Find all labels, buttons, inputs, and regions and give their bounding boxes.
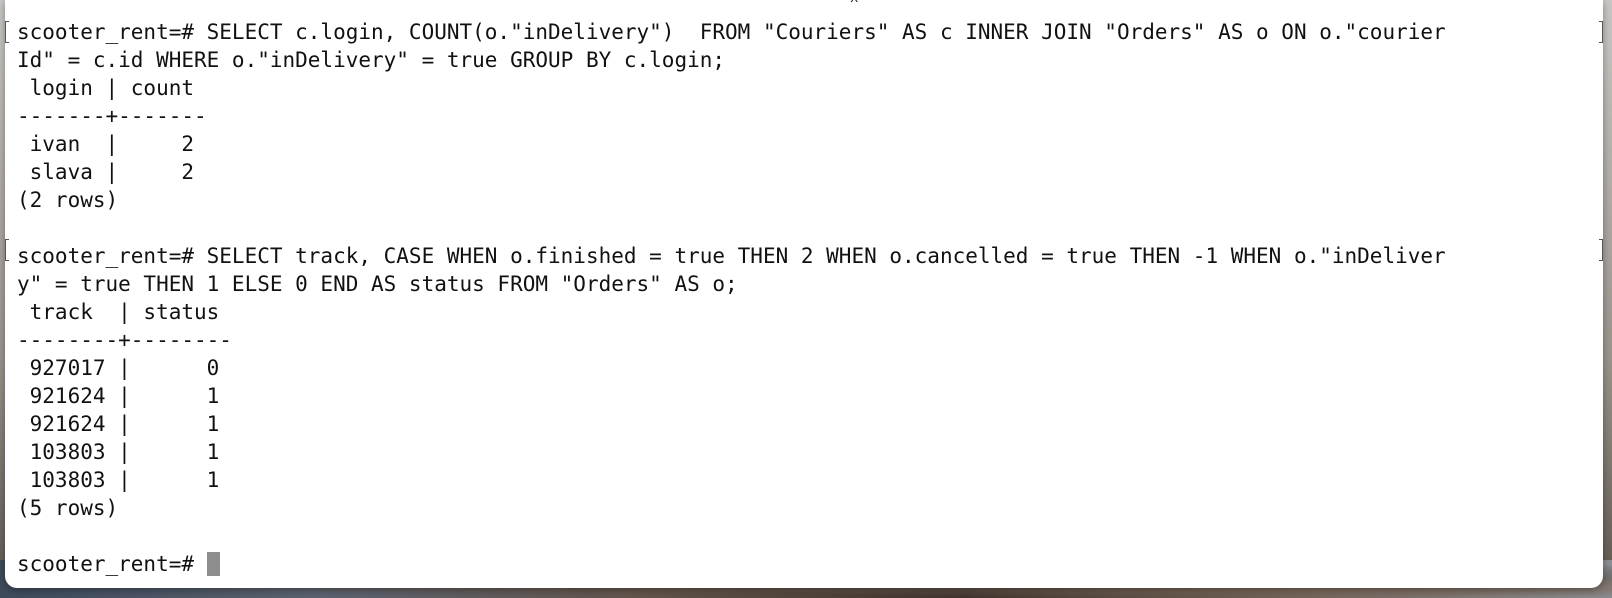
command-line: scooter_rent=# SELECT track, CASE WHEN o… [17, 244, 1446, 268]
terminal-output[interactable]: scooter_rent=# SELECT c.login, COUNT(o."… [17, 18, 1446, 578]
result-separator: -------+------- [17, 104, 207, 128]
result-header: login | count [17, 76, 195, 100]
wrap-marker-right [1599, 21, 1603, 43]
result-header: track | status [17, 300, 220, 324]
command-line: scooter_rent=# SELECT c.login, COUNT(o."… [17, 20, 1446, 44]
result-row: ivan | 2 [17, 132, 195, 156]
prompt: scooter_rent=# [17, 552, 207, 576]
text-cursor [206, 552, 220, 576]
window-top-mark: x [850, 0, 858, 6]
wrap-marker-right [1599, 239, 1603, 261]
command-line: Id" = c.id WHERE o."inDelivery" = true G… [17, 48, 726, 72]
result-separator: --------+-------- [17, 328, 232, 352]
row-count: (5 rows) [17, 496, 119, 520]
terminal-window[interactable]: x scooter_rent=# SELECT c.login, COUNT(o… [5, 0, 1603, 588]
prompt-line[interactable]: scooter_rent=# [17, 550, 1446, 578]
result-row: slava | 2 [17, 160, 195, 184]
row-count: (2 rows) [17, 188, 119, 212]
command-line: y" = true THEN 1 ELSE 0 END AS status FR… [17, 272, 738, 296]
result-row: 921624 | 1 [17, 412, 220, 436]
result-row: 103803 | 1 [17, 440, 220, 464]
wrap-marker-left [5, 21, 9, 43]
result-row: 921624 | 1 [17, 384, 220, 408]
result-row: 103803 | 1 [17, 468, 220, 492]
result-row: 927017 | 0 [17, 356, 220, 380]
wrap-marker-left [5, 239, 9, 261]
